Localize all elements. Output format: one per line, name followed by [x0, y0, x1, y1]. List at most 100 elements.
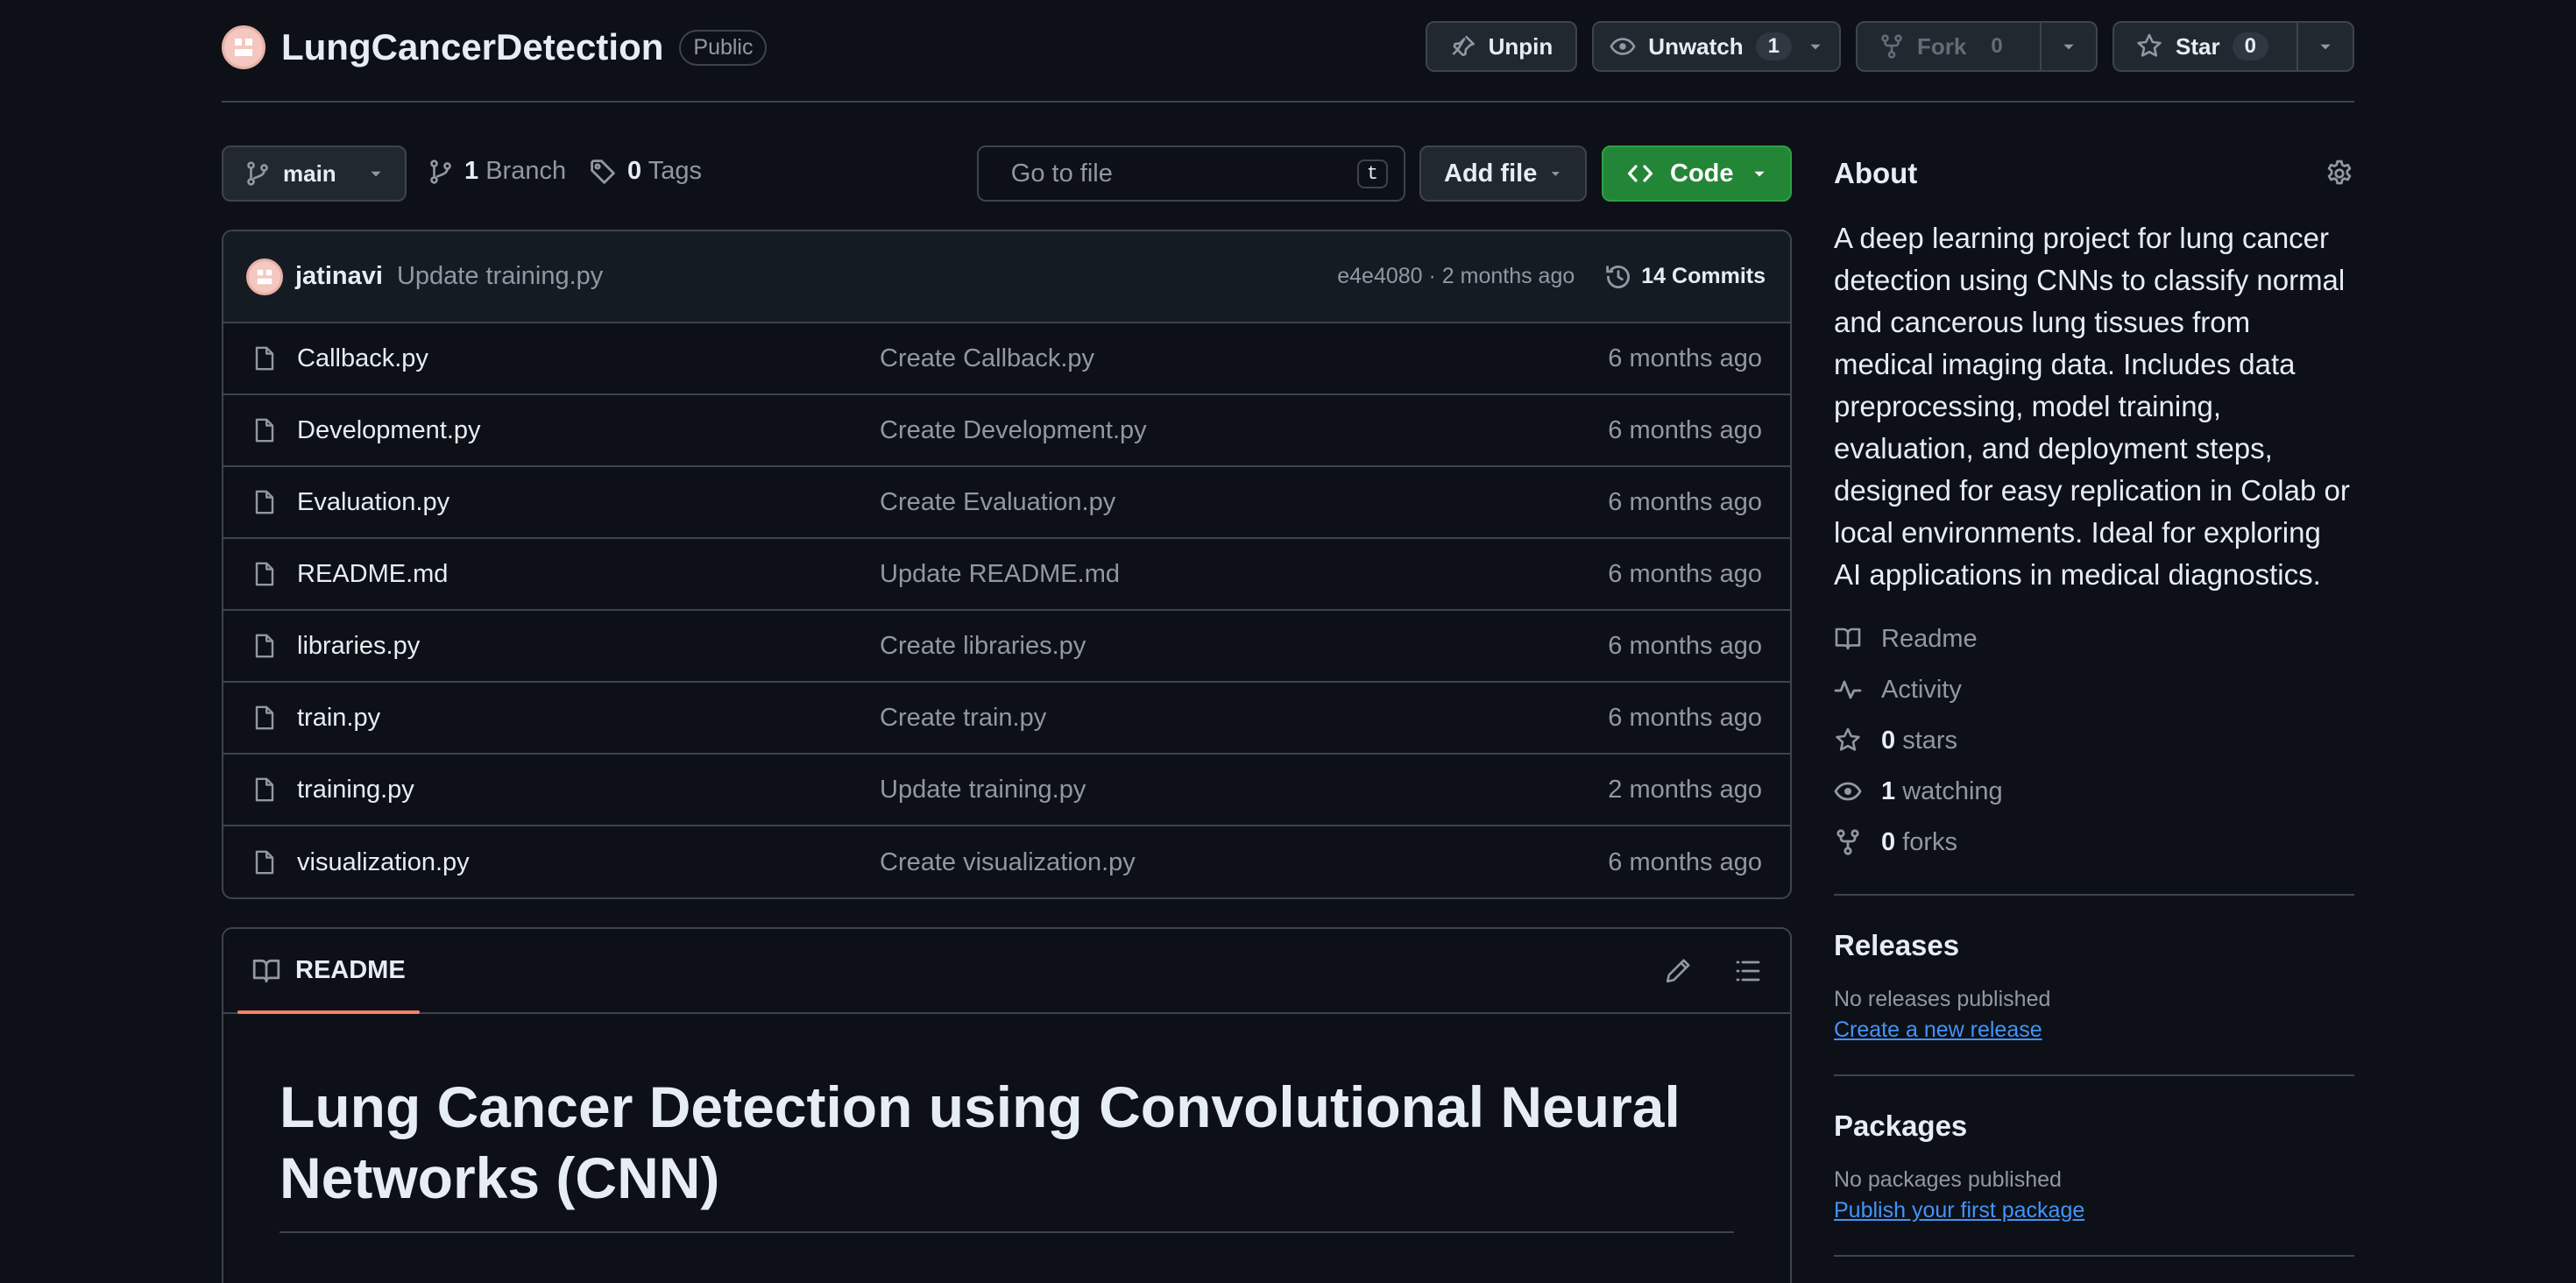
file-commit-message-link[interactable]: Update training.py [880, 776, 1086, 805]
file-commit-message-link[interactable]: Create train.py [880, 704, 1046, 733]
file-commit-age: 6 months ago [1608, 559, 1762, 588]
star-dropdown-button[interactable] [2296, 23, 2353, 70]
releases-section: Releases No releases published Create a … [1834, 896, 2354, 1074]
file-row: Development.py Create Development.py 6 m… [223, 395, 1790, 467]
readme-tools [1664, 957, 1762, 985]
caret-down-icon [1810, 44, 1821, 50]
branch-count: 1 [464, 157, 479, 185]
watching-link[interactable]: 1 watching [1834, 766, 2354, 817]
watching-count: 1 [1881, 776, 1896, 805]
about-header: About [1834, 149, 2354, 198]
file-commit-message-link[interactable]: Create visualization.py [880, 848, 1136, 877]
readme-title: Lung Cancer Detection using Convolutiona… [280, 1072, 1734, 1233]
pencil-icon[interactable] [1664, 957, 1692, 985]
search-input[interactable] [1010, 159, 1341, 188]
fork-icon [1836, 829, 1859, 855]
packages-empty-text: No packages published [1834, 1167, 2062, 1192]
file-name-link[interactable]: Evaluation.py [297, 488, 867, 517]
readme-link[interactable]: Readme [1834, 613, 2354, 664]
create-release-link[interactable]: Create a new release [1834, 1017, 2042, 1043]
watch-button-group: Unwatch 1 [1592, 21, 1841, 72]
commits-history-link[interactable]: 14 Commits [1604, 263, 1766, 291]
star-icon [2137, 33, 2162, 57]
commit-author-avatar[interactable] [246, 258, 283, 295]
star-label: Star [2176, 32, 2220, 60]
branch-select-button[interactable]: main [222, 145, 407, 202]
activity-link[interactable]: Activity [1834, 664, 2354, 715]
file-commit-message-link[interactable]: Create Development.py [880, 416, 1147, 445]
readme-tab[interactable]: README [237, 929, 420, 1014]
unpin-button[interactable]: Unpin [1425, 21, 1578, 72]
repo-header: LungCancerDetection Public [222, 21, 768, 74]
file-name-link[interactable]: Development.py [297, 416, 867, 445]
readme-panel: README Lung Cancer Detection using Convo… [222, 927, 1792, 1283]
go-to-file-search[interactable]: t [977, 145, 1405, 202]
repo-description: A deep learning project for lung cancer … [1834, 222, 2350, 591]
file-commit-age: 6 months ago [1608, 703, 1762, 732]
file-commit-age: 6 months ago [1608, 415, 1762, 444]
add-file-label: Add file [1444, 159, 1538, 188]
forks-label: forks [1902, 827, 1958, 856]
file-commit-age: 6 months ago [1608, 344, 1762, 372]
file-commit-message-link[interactable]: Create Callback.py [880, 344, 1094, 373]
file-name-link[interactable]: README.md [297, 560, 867, 589]
watch-dropdown-button[interactable] [1808, 23, 1839, 70]
file-commit-message-link[interactable]: Create Evaluation.py [880, 488, 1115, 517]
file-icon [255, 346, 274, 371]
fork-dropdown-button[interactable] [2040, 23, 2096, 70]
caret-down-icon [2320, 44, 2331, 50]
file-name-link[interactable]: train.py [297, 704, 867, 733]
star-button[interactable]: Star 0 [2114, 23, 2296, 70]
file-name-link[interactable]: visualization.py [297, 848, 867, 877]
fork-button[interactable]: Fork 0 [1858, 23, 2040, 70]
forks-link[interactable]: 0 forks [1834, 817, 2354, 868]
file-name-link[interactable]: libraries.py [297, 632, 867, 661]
fork-label: Fork [1917, 32, 1967, 60]
file-icon [255, 850, 274, 875]
branch-name: main [283, 159, 336, 187]
repo-actions: Unpin Unwatch 1 Fork 0 Star 0 [1425, 21, 2354, 72]
owner-avatar[interactable] [222, 25, 265, 69]
latest-commit-bar: jatinavi Update training.py e4e4080 · 2 … [223, 231, 1790, 323]
file-row: train.py Create train.py 6 months ago [223, 683, 1790, 755]
commit-author-link[interactable]: jatinavi [295, 262, 383, 291]
releases-empty-text: No releases published [1834, 987, 2051, 1011]
releases-heading[interactable]: Releases [1834, 929, 2354, 962]
header-divider [222, 101, 2354, 103]
file-commit-message-link[interactable]: Update README.md [880, 560, 1120, 589]
file-commit-message-link[interactable]: Create libraries.py [880, 632, 1086, 661]
file-row: libraries.py Create libraries.py 6 month… [223, 611, 1790, 683]
branches-link[interactable]: 1 Branch [428, 157, 566, 186]
stars-count: 0 [1881, 726, 1896, 755]
stars-label: stars [1902, 726, 1958, 755]
pulse-icon [1834, 680, 1862, 699]
avatar-pattern-icon [253, 266, 276, 287]
commit-hash-and-time[interactable]: e4e4080 · 2 months ago [1337, 264, 1575, 289]
unwatch-button[interactable]: Unwatch 1 [1594, 23, 1808, 70]
file-name-link[interactable]: training.py [297, 776, 867, 805]
commit-message-link[interactable]: Update training.py [397, 262, 603, 291]
stars-link[interactable]: 0 stars [1834, 715, 2354, 766]
tag-count: 0 [627, 157, 642, 185]
code-button[interactable]: Code [1602, 145, 1792, 202]
file-name-link[interactable]: Callback.py [297, 344, 867, 373]
repo-name-link[interactable]: LungCancerDetection [281, 26, 663, 68]
file-icon [255, 634, 274, 658]
caret-down-icon [2063, 44, 2074, 50]
outline-list-icon[interactable] [1734, 957, 1762, 985]
packages-section: Packages No packages published Publish y… [1834, 1076, 2354, 1255]
gear-icon[interactable] [2325, 159, 2354, 188]
caret-down-icon [1552, 172, 1560, 176]
file-icon [255, 562, 274, 586]
avatar-pattern-icon [230, 34, 257, 60]
tag-icon [591, 159, 615, 184]
add-file-button[interactable]: Add file [1419, 145, 1587, 202]
packages-heading[interactable]: Packages [1834, 1109, 2354, 1143]
tags-link[interactable]: 0 Tags [589, 157, 702, 186]
file-row: training.py Update training.py 2 months … [223, 755, 1790, 826]
star-icon [1836, 727, 1860, 751]
file-row: README.md Update README.md 6 months ago [223, 539, 1790, 611]
publish-package-link[interactable]: Publish your first package [1834, 1198, 2084, 1223]
visibility-badge: Public [679, 29, 768, 66]
file-commit-age: 6 months ago [1608, 487, 1762, 516]
